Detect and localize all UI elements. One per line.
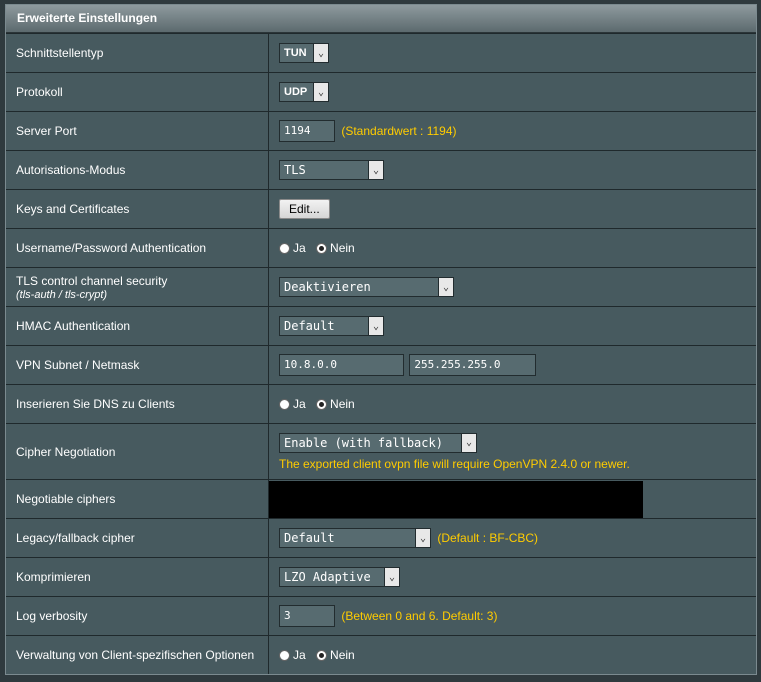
vpn-netmask-input[interactable]: 255.255.255.0 [409, 354, 537, 376]
row-vpn-subnet: VPN Subnet / Netmask 10.8.0.0 255.255.25… [6, 345, 756, 385]
server-port-input[interactable]: 1194 [279, 120, 335, 142]
compression-label: Komprimieren [6, 557, 269, 597]
cipher-negotiation-label: Cipher Negotiation [6, 423, 269, 480]
interface-type-label: Schnittstellentyp [6, 33, 269, 73]
client-specific-yes-radio[interactable]: Ja [279, 648, 306, 662]
legacy-cipher-hint: (Default : BF-CBC) [437, 531, 539, 545]
userpass-auth-label: Username/Password Authentication [6, 228, 269, 268]
push-dns-no-radio[interactable]: Nein [316, 397, 355, 411]
log-verbosity-input[interactable]: 3 [279, 605, 335, 627]
server-port-label: Server Port [6, 111, 269, 151]
server-port-hint: (Standardwert : 1194) [341, 124, 457, 138]
protocol-select[interactable]: UDP ⌄ [279, 82, 329, 102]
chevron-down-icon: ⌄ [438, 278, 453, 296]
keys-certs-label: Keys and Certificates [6, 189, 269, 229]
compression-select[interactable]: LZO Adaptive ⌄ [279, 567, 400, 587]
settings-table: Schnittstellentyp TUN ⌄ Protokoll UDP ⌄ … [6, 33, 756, 674]
chevron-down-icon: ⌄ [313, 83, 328, 101]
negotiable-ciphers-label: Negotiable ciphers [6, 479, 269, 519]
push-dns-yes-radio[interactable]: Ja [279, 397, 306, 411]
chevron-down-icon: ⌄ [368, 161, 383, 179]
row-auth-mode: Autorisations-Modus TLS ⌄ [6, 150, 756, 190]
row-keys-certs: Keys and Certificates Edit... [6, 189, 756, 229]
auth-mode-label: Autorisations-Modus [6, 150, 269, 190]
row-userpass-auth: Username/Password Authentication Ja Nein [6, 228, 756, 268]
row-compression: Komprimieren LZO Adaptive ⌄ [6, 557, 756, 597]
row-cipher-negotiation: Cipher Negotiation Enable (with fallback… [6, 423, 756, 480]
interface-type-select[interactable]: TUN ⌄ [279, 43, 329, 63]
chevron-down-icon: ⌄ [461, 433, 476, 452]
row-push-dns: Inserieren Sie DNS zu Clients Ja Nein [6, 384, 756, 424]
vpn-subnet-label: VPN Subnet / Netmask [6, 345, 269, 385]
userpass-auth-yes-radio[interactable]: Ja [279, 241, 306, 255]
edit-keys-button[interactable]: Edit... [279, 199, 330, 219]
row-interface-type: Schnittstellentyp TUN ⌄ [6, 33, 756, 73]
tls-control-select[interactable]: Deaktivieren ⌄ [279, 277, 454, 297]
protocol-label: Protokoll [6, 72, 269, 112]
hmac-auth-select[interactable]: Default ⌄ [279, 316, 384, 336]
push-dns-label: Inserieren Sie DNS zu Clients [6, 384, 269, 424]
log-verbosity-hint: (Between 0 and 6. Default: 3) [341, 609, 498, 623]
row-legacy-cipher: Legacy/fallback cipher Default ⌄ (Defaul… [6, 518, 756, 558]
legacy-cipher-label: Legacy/fallback cipher [6, 518, 269, 558]
legacy-cipher-select[interactable]: Default ⌄ [279, 528, 431, 548]
hmac-auth-label: HMAC Authentication [6, 306, 269, 346]
log-verbosity-label: Log verbosity [6, 596, 269, 636]
row-hmac-auth: HMAC Authentication Default ⌄ [6, 306, 756, 346]
row-server-port: Server Port 1194 (Standardwert : 1194) [6, 111, 756, 151]
cipher-negotiation-note: The exported client ovpn file will requi… [279, 456, 630, 471]
row-log-verbosity: Log verbosity 3 (Between 0 and 6. Defaul… [6, 596, 756, 636]
auth-mode-select[interactable]: TLS ⌄ [279, 160, 384, 180]
cipher-negotiation-select[interactable]: Enable (with fallback) ⌄ [279, 432, 477, 453]
client-specific-label: Verwaltung von Client-spezifischen Optio… [6, 635, 269, 674]
chevron-down-icon: ⌄ [313, 44, 328, 62]
vpn-subnet-input[interactable]: 10.8.0.0 [279, 354, 404, 376]
chevron-down-icon: ⌄ [384, 568, 399, 586]
chevron-down-icon: ⌄ [368, 317, 383, 335]
chevron-down-icon: ⌄ [415, 529, 430, 547]
client-specific-no-radio[interactable]: Nein [316, 648, 355, 662]
row-protocol: Protokoll UDP ⌄ [6, 72, 756, 112]
row-tls-control: TLS control channel security (tls-auth /… [6, 267, 756, 307]
userpass-auth-no-radio[interactable]: Nein [316, 241, 355, 255]
negotiable-ciphers-field[interactable] [269, 480, 643, 518]
advanced-settings-panel: Erweiterte Einstellungen Schnittstellent… [5, 4, 757, 675]
panel-title: Erweiterte Einstellungen [6, 5, 756, 33]
tls-control-sublabel: (tls-auth / tls-crypt) [16, 288, 108, 301]
tls-control-label: TLS control channel security (tls-auth /… [6, 267, 269, 307]
row-client-specific: Verwaltung von Client-spezifischen Optio… [6, 635, 756, 674]
row-negotiable-ciphers: Negotiable ciphers [6, 479, 756, 519]
